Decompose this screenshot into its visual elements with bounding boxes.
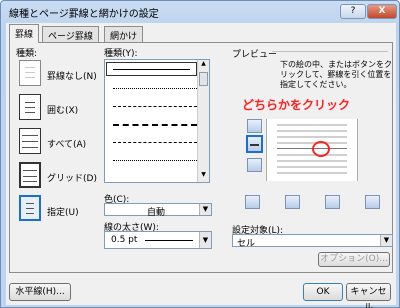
width-combo[interactable]: 0.5 pt ▼ [104,231,212,249]
style-scrollbar[interactable]: ▲ ▼ [197,60,209,182]
chevron-down-icon[interactable]: ▼ [199,204,211,215]
setting-box-label[interactable]: 囲む(X) [47,103,78,116]
scroll-down-icon[interactable]: ▼ [198,171,209,182]
horizontal-line-button[interactable]: 水平線(H)... [9,283,71,301]
preview-divider [272,51,388,52]
setting-grid-label[interactable]: グリッド(D) [47,171,97,184]
setting-custom-icon[interactable] [19,195,41,221]
bottom-border-button[interactable] [247,158,262,172]
style-dash-dot[interactable] [113,142,197,143]
diagonal-up-border-button[interactable] [245,195,260,209]
options-button[interactable]: オプション(O)... [318,252,390,267]
help-button[interactable]: ? [340,4,366,19]
inside-horizontal-border-button[interactable] [246,135,263,153]
setting-none-icon[interactable] [19,60,41,86]
applyto-value: セル [237,239,256,249]
borders-panel: 種類: 罫線なし(N) 囲む(X) すべて(A) グリッド(D) 指定(U) 種… [9,42,393,273]
chevron-down-icon[interactable]: ▼ [380,235,392,246]
width-sample-line [145,240,193,241]
dialog-window: 線種とページ罫線と網かけの設定 ? X 罫線 ページ罫線 網かけ 種類: 罫線な… [0,0,400,308]
setting-all-label[interactable]: すべて(A) [47,137,86,150]
setting-none-label[interactable]: 罫線なし(N) [47,69,97,82]
left-border-button[interactable] [285,195,300,209]
applyto-combo[interactable]: セル ▼ [232,234,393,249]
tab-shading[interactable]: 網かけ [104,26,144,42]
style-dash-dot-dot[interactable] [113,160,197,161]
scroll-thumb[interactable] [199,72,208,86]
style-long-dash[interactable] [113,124,197,126]
setting-custom-label[interactable]: 指定(U) [47,205,79,218]
width-value: 0.5 pt [111,235,138,245]
preview-instruction: 下の絵の中、またはボタンをクリックして、罫線を引く位置を指定してください。 [280,60,392,89]
style-dotted[interactable] [113,88,197,89]
dialog-title: 線種とページ罫線と網かけの設定 [9,9,159,20]
chevron-down-icon[interactable]: ▼ [199,232,211,248]
preview-annotation: どちらかをクリック [242,98,351,112]
style-list[interactable]: ▲ ▼ [104,59,210,183]
style-dashed[interactable] [113,106,197,107]
color-value: 自動 [147,208,166,218]
preview-area[interactable] [266,119,358,181]
tab-borders[interactable]: 罫線 [9,24,40,43]
color-combo[interactable]: 自動 ▼ [104,203,212,218]
ok-button[interactable]: OK [303,283,343,301]
right-border-button[interactable] [325,195,340,209]
tab-page-borders[interactable]: ページ罫線 [42,26,99,42]
dialog-client: 罫線 ページ罫線 網かけ 種類: 罫線なし(N) 囲む(X) すべて(A) グリ… [6,23,396,308]
cancel-button[interactable]: キャンセル [346,283,391,308]
setting-all-icon[interactable] [19,128,41,154]
setting-grid-icon[interactable] [19,162,41,188]
top-border-button[interactable] [247,119,262,133]
close-button[interactable]: X [367,4,397,19]
scroll-up-icon[interactable]: ▲ [198,60,209,71]
style-label: 種類(Y): [104,49,138,59]
setting-label: 種類: [16,49,38,59]
style-selected[interactable] [106,62,197,76]
diagonal-down-border-button[interactable] [365,195,380,209]
click-target-circle [312,141,330,157]
setting-box-icon[interactable] [19,94,41,120]
preview-label: プレビュー [232,50,278,60]
